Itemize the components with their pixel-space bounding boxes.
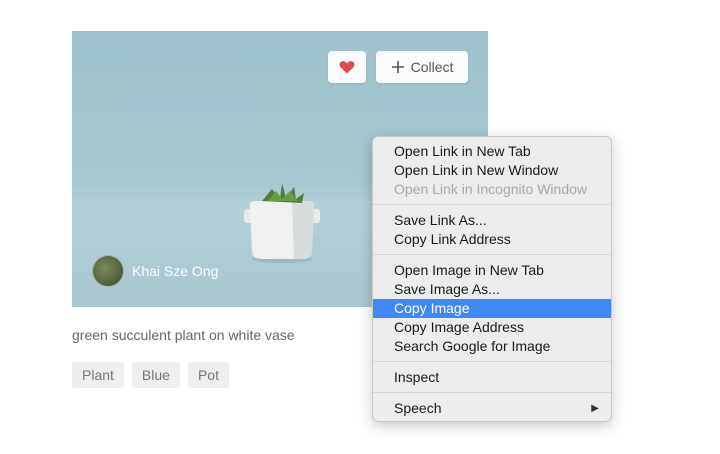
menu-item-speech-label: Speech xyxy=(394,400,442,416)
avatar[interactable] xyxy=(92,255,124,287)
tag-list: Plant Blue Pot xyxy=(72,362,229,388)
menu-item-open-image-new-tab[interactable]: Open Image in New Tab xyxy=(373,261,611,280)
collect-label: Collect xyxy=(410,59,454,75)
menu-separator xyxy=(373,361,611,362)
menu-separator xyxy=(373,204,611,205)
plus-icon xyxy=(391,61,404,73)
heart-icon xyxy=(339,61,355,74)
menu-item-copy-image[interactable]: Copy Image xyxy=(373,299,611,318)
menu-item-save-link-as[interactable]: Save Link As... xyxy=(373,211,611,230)
submenu-arrow-icon: ▶ xyxy=(591,403,599,414)
menu-item-copy-link-address[interactable]: Copy Link Address xyxy=(373,230,611,249)
author-link[interactable]: Khai Sze Ong xyxy=(92,255,218,287)
like-button[interactable] xyxy=(328,51,366,83)
menu-item-open-link-new-tab[interactable]: Open Link in New Tab xyxy=(373,142,611,161)
menu-item-inspect[interactable]: Inspect xyxy=(373,368,611,387)
menu-item-save-image-as[interactable]: Save Image As... xyxy=(373,280,611,299)
menu-separator xyxy=(373,392,611,393)
menu-item-open-link-incognito: Open Link in Incognito Window xyxy=(394,181,587,197)
menu-item-search-google-image[interactable]: Search Google for Image xyxy=(373,337,611,356)
author-name[interactable]: Khai Sze Ong xyxy=(132,263,218,279)
tag-item[interactable]: Blue xyxy=(131,362,180,388)
tag-item[interactable]: Pot xyxy=(187,362,229,388)
succulent-pot-illustration xyxy=(244,183,320,263)
menu-item-open-link-new-window[interactable]: Open Link in New Window xyxy=(373,161,611,180)
photo-caption: green succulent plant on white vase xyxy=(72,327,295,343)
collect-button[interactable]: Collect xyxy=(376,51,468,83)
context-menu: Open Link in New Tab Open Link in New Wi… xyxy=(372,136,612,422)
menu-item-speech[interactable]: Speech ▶ xyxy=(373,399,611,418)
menu-item-copy-image-address[interactable]: Copy Image Address xyxy=(373,318,611,337)
tag-item[interactable]: Plant xyxy=(72,362,124,388)
menu-separator xyxy=(373,254,611,255)
